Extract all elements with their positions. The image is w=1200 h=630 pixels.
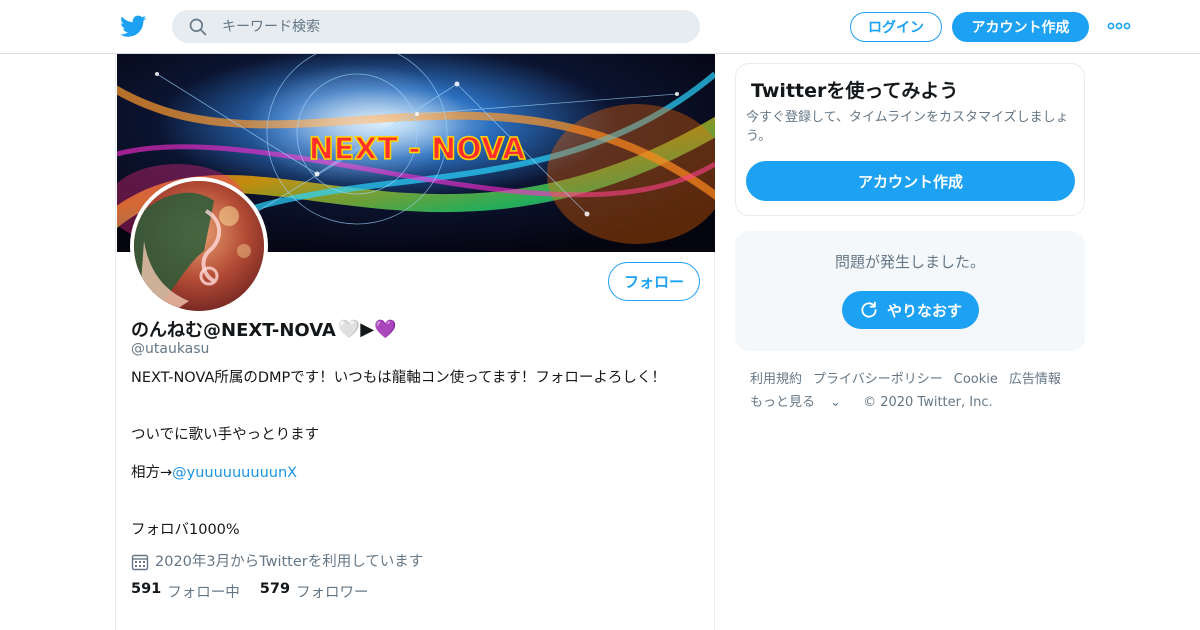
footer-more-link[interactable]: もっと見る ⌄ [750,391,852,414]
followers-label: フォロワー [296,585,369,601]
retry-label: やりなおす [886,301,962,320]
profile-name: のんねむ@NEXT-NOVA 🤍▶💜 [131,316,397,342]
follow-button[interactable]: フォロー [608,262,700,301]
footer-copyright: © 2020 Twitter, Inc. [863,395,993,410]
following-stat[interactable]: 591 フォロー中 [131,581,240,602]
retry-button[interactable]: やりなおす [842,291,979,329]
more-dots-icon[interactable] [1106,16,1132,36]
join-date-text: 2020年3月からTwitterを利用しています [155,554,424,570]
footer-link-privacy[interactable]: プライバシーポリシー [813,368,943,391]
banner-title-text: NEXT - NOVA [309,132,527,167]
bio-spacer [131,388,701,426]
profile-stats: 591 フォロー中 579 フォロワー [131,581,389,602]
bio-spacer [131,483,701,521]
footer-links: 利用規約 プライバシーポリシー Cookie 広告情報 もっと見る ⌄ © 20… [750,368,1080,414]
profile-handle: @utaukasu [131,341,210,357]
followers-count: 579 [259,581,291,597]
footer-row: もっと見る ⌄ © 2020 Twitter, Inc. [750,391,1080,414]
partner-mention-link[interactable]: @yuuuuuuuuunX [172,465,297,481]
error-message: 問題が発生しました。 [834,253,985,271]
avatar[interactable] [130,177,268,315]
avatar-image [134,181,264,311]
refresh-icon [861,301,877,318]
footer-link-terms[interactable]: 利用規約 [750,368,802,391]
bio-text: 相方→ [131,465,173,481]
signup-card-button[interactable]: アカウント作成 [746,161,1075,201]
footer-more-label: もっと見る [750,395,816,410]
footer-link-ads[interactable]: 広告情報 [1009,368,1061,391]
profile-name-emoji: 🤍▶💜 [337,318,397,340]
bio-line: ついでに歌い手やっとります [131,427,320,443]
profile-bio: NEXT-NOVA所属のDMPです！いつもは龍軸コン使ってます！フォローよろしく… [131,369,701,540]
search-input[interactable] [222,10,682,43]
signup-card-title: Twitterを使ってみよう [751,80,959,102]
search-icon [189,18,207,36]
signup-button[interactable]: アカウント作成 [952,12,1089,42]
footer-link-cookie[interactable]: Cookie [954,368,998,391]
bio-line: NEXT-NOVA所属のDMPです！いつもは龍軸コン使ってます！フォローよろしく… [131,370,666,386]
join-date: 2020年3月からTwitterを利用しています [131,550,423,571]
following-label: フォロー中 [167,585,240,601]
profile-name-text: のんねむ@NEXT-NOVA [131,320,336,341]
footer-row: 利用規約 プライバシーポリシー Cookie 広告情報 [750,368,1080,391]
followers-stat[interactable]: 579 フォロワー [260,581,369,602]
login-button[interactable]: ログイン [850,12,942,42]
top-navigation-bar: ログイン アカウント作成 [0,0,1200,54]
profile-column: NEXT - NOVA フォロー のんねむ@NEXT-NOVA 🤍▶💜 @uta… [115,54,715,630]
bio-line: フォロバ1000% [131,522,240,538]
search-box[interactable] [172,10,700,43]
signup-card-description: 今すぐ登録して、タイムラインをカスタマイズしましょう。 [746,110,1069,144]
error-card: 問題が発生しました。 やりなおす [735,231,1085,351]
bio-spacer [131,445,701,464]
chevron-down-icon: ⌄ [830,395,842,410]
bio-line: 相方→@yuuuuuuuuunX [131,464,701,483]
calendar-icon [131,554,149,570]
signup-card: Twitterを使ってみよう 今すぐ登録して、タイムラインをカスタマイズしましょ… [735,63,1085,216]
following-count: 591 [131,581,162,597]
twitter-bird-icon[interactable] [120,13,147,39]
